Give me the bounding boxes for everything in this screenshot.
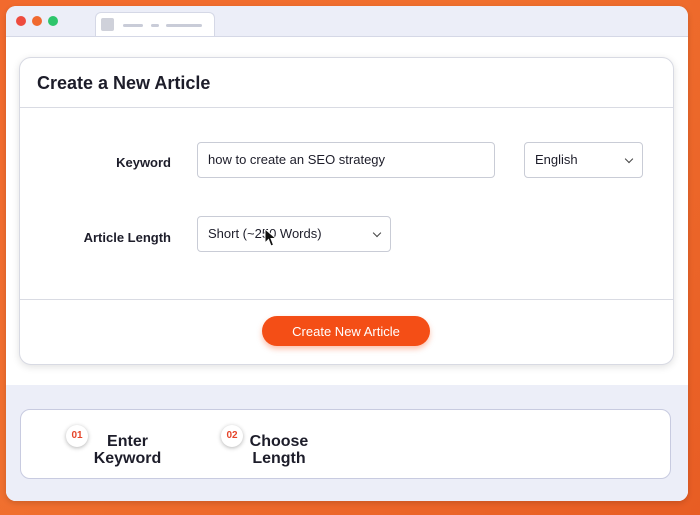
step-label-line: Choose (249, 433, 309, 450)
tab-title-placeholder (166, 24, 202, 27)
step-label: Enter Keyword (85, 433, 170, 467)
browser-title-bar (6, 6, 688, 37)
chevron-down-icon (372, 228, 382, 238)
step-number-badge: 02 (221, 425, 243, 447)
browser-window: Create a New Article Keyword how to crea… (6, 6, 688, 501)
tab-title-placeholder (151, 24, 159, 27)
create-new-article-button[interactable]: Create New Article (262, 316, 430, 346)
article-length-label: Article Length (83, 230, 171, 245)
card-header-divider (20, 107, 673, 108)
page-title: Create a New Article (37, 73, 211, 93)
steps-panel: 01 Enter Keyword 02 Choose Length (20, 409, 671, 479)
step-label-line: Enter (107, 433, 148, 450)
close-window-button[interactable] (16, 16, 26, 26)
language-select-value: English (535, 152, 578, 167)
mouse-cursor-icon (264, 228, 278, 247)
browser-tab[interactable] (95, 12, 215, 37)
step-label-line: Length (252, 450, 306, 467)
keyword-label: Keyword (116, 155, 171, 170)
tab-favicon-icon (101, 18, 114, 31)
language-select[interactable]: English (524, 142, 643, 178)
article-length-select[interactable]: Short (~250 Words) (197, 216, 391, 252)
tab-title-placeholder (123, 24, 143, 27)
maximize-window-button[interactable] (48, 16, 58, 26)
keyword-input[interactable]: how to create an SEO strategy (197, 142, 495, 178)
create-article-card: Create a New Article Keyword how to crea… (19, 57, 674, 365)
step-label-line: Keyword (93, 450, 162, 467)
page-viewport: Create a New Article Keyword how to crea… (6, 36, 688, 501)
minimize-window-button[interactable] (32, 16, 42, 26)
step-label: Choose Length (243, 433, 315, 467)
card-footer-divider (20, 299, 673, 300)
chevron-down-icon (624, 154, 634, 164)
